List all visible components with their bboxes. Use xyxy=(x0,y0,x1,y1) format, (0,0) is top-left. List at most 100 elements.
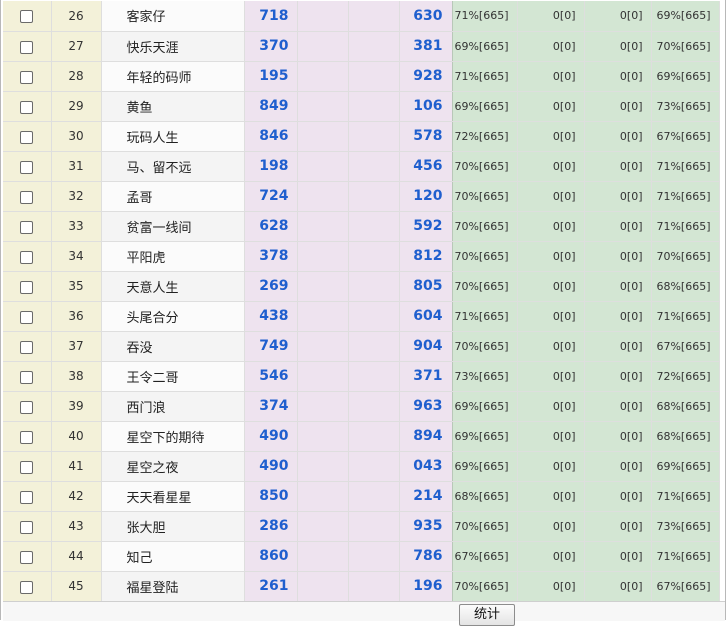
row-stat-2: 0[0] xyxy=(517,151,585,182)
row-empty-cell xyxy=(348,211,400,242)
row-empty-cell xyxy=(348,31,400,62)
row-empty-cell xyxy=(348,121,400,152)
row-name: 快乐天涯 xyxy=(101,31,245,62)
row-checkbox-cell xyxy=(3,61,52,92)
row-stat-4: 69%[665] xyxy=(651,451,720,482)
table-row: 45 福星登陆 261 196 70%[665] 0[0] 0[0] 67%[665] xyxy=(3,571,720,602)
row-value-a: 286 xyxy=(244,511,298,542)
row-stat-1: 70%[665] xyxy=(452,271,518,302)
row-name: 孟哥 xyxy=(101,181,245,212)
row-name: 福星登陆 xyxy=(101,571,245,602)
row-value-a: 438 xyxy=(244,301,298,332)
row-value-a: 724 xyxy=(244,181,298,212)
row-stat-3: 0[0] xyxy=(584,301,652,332)
row-stat-1: 70%[665] xyxy=(452,181,518,212)
row-number: 37 xyxy=(51,331,102,362)
row-name: 星空下的期待 xyxy=(101,421,245,452)
row-checkbox[interactable] xyxy=(20,280,34,294)
row-name: 年轻的码师 xyxy=(101,61,245,92)
row-name: 知己 xyxy=(101,541,245,572)
row-empty-cell xyxy=(297,301,349,332)
row-empty-cell xyxy=(348,91,400,122)
row-empty-cell xyxy=(297,61,349,92)
row-value-a: 490 xyxy=(244,421,298,452)
row-number: 45 xyxy=(51,571,102,602)
table-row: 28 年轻的码师 195 928 71%[665] 0[0] 0[0] 69%[665] xyxy=(3,61,720,92)
row-checkbox-cell xyxy=(3,301,52,332)
row-checkbox[interactable] xyxy=(20,220,34,234)
row-value-b: 381 xyxy=(399,31,453,62)
row-number: 38 xyxy=(51,361,102,392)
row-empty-cell xyxy=(297,571,349,602)
row-empty-cell xyxy=(297,481,349,512)
row-checkbox[interactable] xyxy=(20,70,34,84)
table-row: 42 天天看星星 850 214 68%[665] 0[0] 0[0] 71%[665] xyxy=(3,481,720,512)
row-number: 29 xyxy=(51,91,102,122)
row-stat-3: 0[0] xyxy=(584,391,652,422)
row-checkbox-cell xyxy=(3,331,52,362)
row-checkbox[interactable] xyxy=(20,400,34,414)
row-checkbox[interactable] xyxy=(20,310,34,324)
row-name: 客家仔 xyxy=(101,1,245,32)
results-table-body: 26 客家仔 718 630 71%[665] 0[0] 0[0] 69%[665] 27 快乐天… xyxy=(3,1,720,602)
row-checkbox-cell xyxy=(3,421,52,452)
row-stat-3: 0[0] xyxy=(584,1,652,32)
row-checkbox[interactable] xyxy=(20,580,34,594)
table-row: 32 孟哥 724 120 70%[665] 0[0] 0[0] 71%[665] xyxy=(3,181,720,212)
row-stat-1: 69%[665] xyxy=(452,391,518,422)
row-checkbox[interactable] xyxy=(20,190,34,204)
row-checkbox-cell xyxy=(3,151,52,182)
row-name: 玩码人生 xyxy=(101,121,245,152)
row-name: 星空之夜 xyxy=(101,451,245,482)
row-empty-cell xyxy=(297,361,349,392)
row-value-a: 749 xyxy=(244,331,298,362)
row-checkbox[interactable] xyxy=(20,100,34,114)
row-checkbox[interactable] xyxy=(20,250,34,264)
row-value-b: 578 xyxy=(399,121,453,152)
row-checkbox[interactable] xyxy=(20,340,34,354)
row-empty-cell xyxy=(297,331,349,362)
row-stat-4: 70%[665] xyxy=(651,31,720,62)
row-stat-4: 69%[665] xyxy=(651,61,720,92)
row-value-a: 269 xyxy=(244,271,298,302)
row-stat-1: 70%[665] xyxy=(452,511,518,542)
row-checkbox[interactable] xyxy=(20,370,34,384)
row-value-b: 120 xyxy=(399,181,453,212)
row-checkbox[interactable] xyxy=(20,520,34,534)
row-stat-1: 70%[665] xyxy=(452,241,518,272)
row-stat-4: 71%[665] xyxy=(651,211,720,242)
row-checkbox[interactable] xyxy=(20,430,34,444)
row-checkbox-cell xyxy=(3,391,52,422)
row-checkbox[interactable] xyxy=(20,130,34,144)
row-checkbox-cell xyxy=(3,211,52,242)
row-value-b: 592 xyxy=(399,211,453,242)
row-empty-cell xyxy=(348,571,400,602)
row-number: 33 xyxy=(51,211,102,242)
row-stat-2: 0[0] xyxy=(517,451,585,482)
row-stat-1: 73%[665] xyxy=(452,361,518,392)
row-checkbox[interactable] xyxy=(20,490,34,504)
row-name: 天意人生 xyxy=(101,271,245,302)
row-empty-cell xyxy=(297,211,349,242)
row-stat-2: 0[0] xyxy=(517,181,585,212)
row-stat-2: 0[0] xyxy=(517,361,585,392)
row-empty-cell xyxy=(297,121,349,152)
row-stat-2: 0[0] xyxy=(517,301,585,332)
row-checkbox-cell xyxy=(3,541,52,572)
row-stat-2: 0[0] xyxy=(517,511,585,542)
stat-button[interactable]: 统计 xyxy=(459,604,515,626)
row-empty-cell xyxy=(348,421,400,452)
row-checkbox[interactable] xyxy=(20,10,34,24)
table-row: 36 头尾合分 438 604 71%[665] 0[0] 0[0] 71%[665] xyxy=(3,301,720,332)
row-name: 头尾合分 xyxy=(101,301,245,332)
row-number: 44 xyxy=(51,541,102,572)
row-checkbox[interactable] xyxy=(20,460,34,474)
row-empty-cell xyxy=(348,361,400,392)
table-row: 30 玩码人生 846 578 72%[665] 0[0] 0[0] 67%[665] xyxy=(3,121,720,152)
row-stat-1: 69%[665] xyxy=(452,31,518,62)
row-checkbox[interactable] xyxy=(20,160,34,174)
row-checkbox[interactable] xyxy=(20,550,34,564)
row-value-b: 604 xyxy=(399,301,453,332)
row-checkbox[interactable] xyxy=(20,40,34,54)
row-empty-cell xyxy=(297,241,349,272)
